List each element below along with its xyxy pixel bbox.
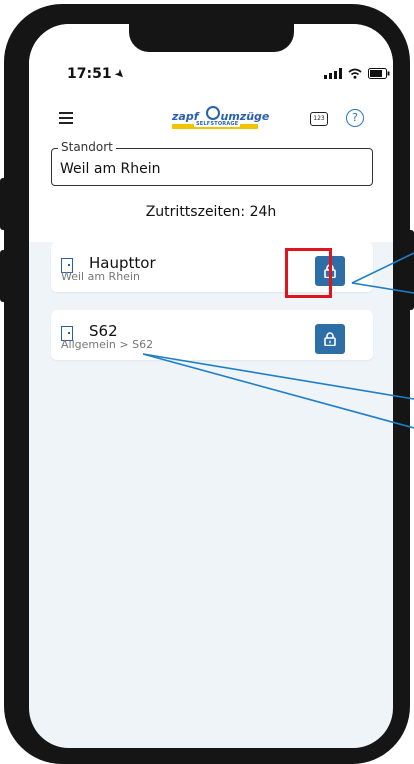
location-select[interactable]: Standort Weil am Rhein xyxy=(51,140,373,186)
brand-logo: zapf umzüge SELFSTORAGE xyxy=(172,106,269,132)
unlock-button[interactable] xyxy=(315,324,345,354)
app-screen: 17:51➤ zapf umzüge SELFSTORAGE 123 ? Stan… xyxy=(29,24,393,748)
keypad-icon[interactable]: 123 xyxy=(310,112,328,126)
door-subtitle: Weil am Rhein xyxy=(61,270,140,283)
status-time: 17:51➤ xyxy=(67,65,129,83)
battery-icon xyxy=(368,68,390,79)
status-icons xyxy=(324,68,390,79)
phone-frame: 17:51➤ zapf umzüge SELFSTORAGE 123 ? Stan… xyxy=(4,4,410,764)
wifi-icon xyxy=(348,68,362,79)
unlock-icon xyxy=(324,332,336,346)
location-value: Weil am Rhein xyxy=(60,161,161,177)
signal-icon xyxy=(324,68,342,79)
access-times-text: Zutrittszeiten: 24h xyxy=(145,204,277,220)
help-icon[interactable]: ? xyxy=(346,109,364,127)
location-label: Standort xyxy=(58,140,116,154)
phone-notch xyxy=(129,24,294,52)
hamburger-menu-icon[interactable] xyxy=(59,112,73,127)
door-subtitle: Allgemein > S62 xyxy=(61,338,154,351)
highlight-box xyxy=(285,248,332,298)
brand-mascot-icon xyxy=(206,106,220,120)
door-card-s62[interactable]: S62 Allgemein > S62 xyxy=(51,310,373,360)
